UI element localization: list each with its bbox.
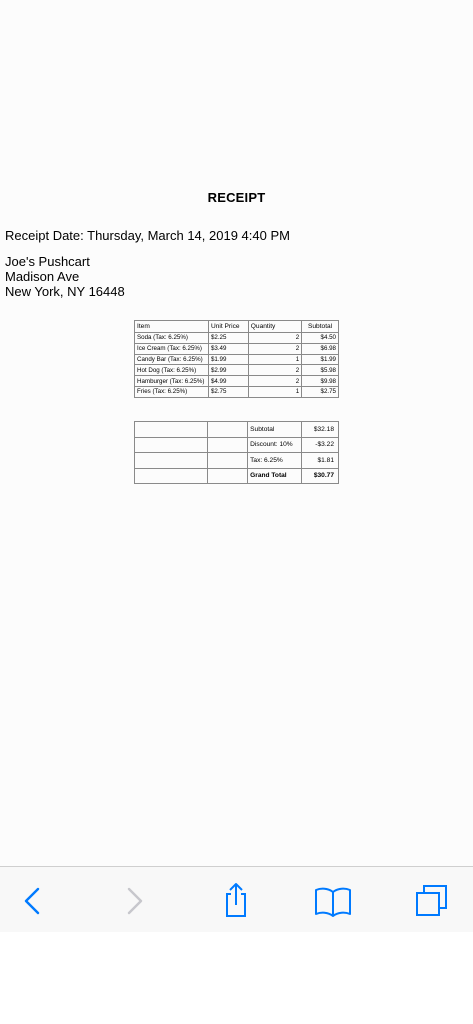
home-indicator-area xyxy=(0,932,473,1024)
row-quantity: 2 xyxy=(247,332,303,344)
totals-row-discount: Discount: 10% -$3.22 xyxy=(133,436,339,453)
row-unit-price: $3.49 xyxy=(207,342,249,355)
back-icon xyxy=(24,887,40,915)
receipt-items-table: Item Unit Price Quantity Subtotal Soda (… xyxy=(134,320,339,398)
table-header-row: Item Unit Price Quantity Subtotal xyxy=(134,320,339,333)
row-quantity: 2 xyxy=(247,342,303,355)
row-unit-price: $4.99 xyxy=(207,375,249,387)
discount-label: Discount: 10% xyxy=(247,436,303,453)
tabs-icon xyxy=(416,885,447,916)
row-unit-price: $1.99 xyxy=(207,353,249,366)
row-item: Fries (Tax: 6.25%) xyxy=(134,385,209,398)
row-item: Candy Bar (Tax: 6.25%) xyxy=(134,353,209,366)
totals-empty-cell xyxy=(207,421,249,438)
receipt-totals-table: Subtotal $32.18 Discount: 10% -$3.22 Tax… xyxy=(133,421,339,484)
totals-empty-cell xyxy=(133,421,209,438)
table-row: Soda (Tax: 6.25%) $2.25 2 $4.50 xyxy=(134,332,339,344)
totals-empty-cell xyxy=(133,452,209,469)
browser-page: RECEIPT Receipt Date: Thursday, March 14… xyxy=(0,0,473,1024)
back-button[interactable] xyxy=(13,881,53,921)
row-quantity: 2 xyxy=(247,364,303,377)
row-unit-price: $2.75 xyxy=(207,385,249,398)
vendor-street: Madison Ave xyxy=(5,269,80,284)
forward-button[interactable] xyxy=(114,881,154,921)
row-item: Hot Dog (Tax: 6.25%) xyxy=(134,364,209,377)
row-subtotal: $9.98 xyxy=(301,375,339,387)
receipt-date: Receipt Date: Thursday, March 14, 2019 4… xyxy=(5,228,290,243)
totals-empty-cell xyxy=(207,467,249,484)
totals-empty-cell xyxy=(207,436,249,453)
table-row: Candy Bar (Tax: 6.25%) $1.99 1 $1.99 xyxy=(134,353,339,366)
vendor-name: Joe's Pushcart xyxy=(5,254,90,269)
row-item: Soda (Tax: 6.25%) xyxy=(134,332,209,344)
tabs-button[interactable] xyxy=(412,881,452,921)
header-quantity: Quantity xyxy=(247,320,303,333)
table-row: Hot Dog (Tax: 6.25%) $2.99 2 $5.98 xyxy=(134,364,339,377)
vendor-city: New York, NY 16448 xyxy=(5,284,125,299)
row-subtotal: $6.98 xyxy=(301,342,339,355)
tax-label: Tax: 6.25% xyxy=(247,452,303,469)
forward-icon xyxy=(127,887,143,915)
table-row: Hamburger (Tax: 6.25%) $4.99 2 $9.98 xyxy=(134,375,339,387)
browser-toolbar xyxy=(0,866,473,932)
bookmarks-icon xyxy=(315,887,351,917)
share-button[interactable] xyxy=(216,881,256,921)
table-row: Ice Cream (Tax: 6.25%) $3.49 2 $6.98 xyxy=(134,342,339,355)
row-unit-price: $2.25 xyxy=(207,332,249,344)
subtotal-label: Subtotal xyxy=(247,421,303,438)
row-quantity: 2 xyxy=(247,375,303,387)
row-quantity: 1 xyxy=(247,353,303,366)
row-subtotal: $1.99 xyxy=(301,353,339,366)
header-subtotal: Subtotal xyxy=(301,320,339,333)
header-unit-price: Unit Price xyxy=(207,320,249,333)
row-subtotal: $4.50 xyxy=(301,332,339,344)
table-row: Fries (Tax: 6.25%) $2.75 1 $2.75 xyxy=(134,385,339,398)
row-quantity: 1 xyxy=(247,385,303,398)
grand-total-label: Grand Total xyxy=(247,467,303,484)
totals-empty-cell xyxy=(133,436,209,453)
totals-row-grand-total: Grand Total $30.77 xyxy=(133,467,339,484)
totals-row-subtotal: Subtotal $32.18 xyxy=(133,421,339,438)
share-icon xyxy=(226,883,246,917)
bookmarks-button[interactable] xyxy=(313,881,353,921)
row-unit-price: $2.99 xyxy=(207,364,249,377)
row-subtotal: $2.75 xyxy=(301,385,339,398)
row-subtotal: $5.98 xyxy=(301,364,339,377)
row-item: Hamburger (Tax: 6.25%) xyxy=(134,375,209,387)
vendor-address: Joe's Pushcart Madison Ave New York, NY … xyxy=(5,254,125,299)
receipt-title: RECEIPT xyxy=(207,190,266,205)
tax-value: $1.81 xyxy=(301,452,339,469)
discount-value: -$3.22 xyxy=(301,436,339,453)
grand-total-value: $30.77 xyxy=(301,467,339,484)
header-item: Item xyxy=(134,320,209,333)
subtotal-value: $32.18 xyxy=(301,421,339,438)
totals-empty-cell xyxy=(133,467,209,484)
row-item: Ice Cream (Tax: 6.25%) xyxy=(134,342,209,355)
totals-row-tax: Tax: 6.25% $1.81 xyxy=(133,452,339,469)
totals-empty-cell xyxy=(207,452,249,469)
